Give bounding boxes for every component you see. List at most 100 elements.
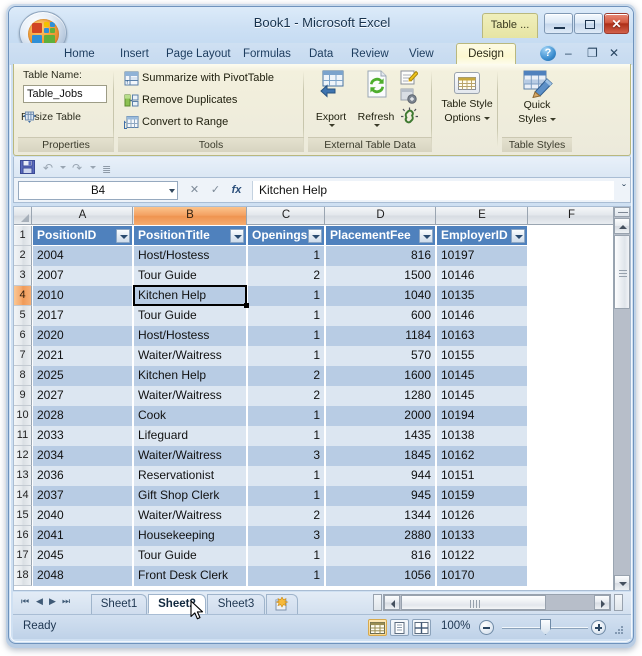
ribbon-restore-icon[interactable]: ❐ — [587, 46, 598, 60]
cell[interactable]: 10162 — [437, 446, 528, 466]
row-header-6[interactable]: 6 — [14, 326, 32, 346]
maximize-button[interactable] — [574, 13, 603, 34]
cell[interactable]: 1 — [248, 546, 325, 566]
cell[interactable]: 1845 — [326, 446, 436, 466]
cell[interactable]: 1 — [248, 306, 325, 326]
scroll-up-button[interactable] — [614, 218, 630, 234]
vertical-scrollbar[interactable] — [613, 207, 630, 590]
cell[interactable]: 1 — [248, 326, 325, 346]
name-box[interactable]: B4 — [18, 181, 178, 200]
cell[interactable]: 1435 — [326, 426, 436, 446]
cell[interactable]: Waiter/Waitress — [134, 346, 247, 366]
sheet-tab-sheet3[interactable]: Sheet3 — [207, 594, 265, 614]
cell[interactable]: 10146 — [437, 266, 528, 286]
last-sheet-icon[interactable]: ⏭ — [62, 596, 70, 607]
row-header-18[interactable]: 18 — [14, 566, 32, 586]
cell[interactable]: 1500 — [326, 266, 436, 286]
cell[interactable]: 10146 — [437, 306, 528, 326]
cell[interactable]: 1280 — [326, 386, 436, 406]
zoom-out-button[interactable] — [479, 620, 494, 635]
cell[interactable]: 2010 — [33, 286, 133, 306]
cell[interactable]: 10122 — [437, 546, 528, 566]
export-button[interactable]: Export — [310, 69, 352, 129]
cell[interactable]: 2045 — [33, 546, 133, 566]
formula-input[interactable]: Kitchen Help — [252, 181, 614, 200]
cell[interactable]: 1 — [248, 566, 325, 586]
column-header-a[interactable]: A — [33, 207, 133, 225]
row-header-2[interactable]: 2 — [14, 246, 32, 266]
row-header-13[interactable]: 13 — [14, 466, 32, 486]
cell[interactable]: 2004 — [33, 246, 133, 266]
filter-dropdown-button[interactable] — [116, 229, 130, 243]
save-icon[interactable] — [20, 160, 35, 174]
cell[interactable]: 10133 — [437, 526, 528, 546]
scroll-down-button[interactable] — [614, 575, 630, 590]
page-break-view-button[interactable] — [412, 619, 431, 636]
cell[interactable]: 816 — [326, 246, 436, 266]
cell[interactable]: 2034 — [33, 446, 133, 466]
filter-dropdown-button[interactable] — [230, 229, 244, 243]
cell[interactable]: 570 — [326, 346, 436, 366]
summarize-with-pivottable-button[interactable]: f Summarize with PivotTable — [122, 69, 300, 88]
sheet-tab-sheet1[interactable]: Sheet1 — [91, 594, 147, 614]
cell[interactable]: 10151 — [437, 466, 528, 486]
cell[interactable]: 10135 — [437, 286, 528, 306]
ribbon-tab-review[interactable]: Review — [344, 43, 396, 65]
cell[interactable]: 10170 — [437, 566, 528, 586]
cell[interactable]: 2040 — [33, 506, 133, 526]
cell[interactable]: Tour Guide — [134, 546, 247, 566]
cell[interactable]: 816 — [326, 546, 436, 566]
fill-handle[interactable] — [244, 303, 249, 308]
normal-view-button[interactable] — [368, 619, 387, 636]
cell[interactable]: 2 — [248, 366, 325, 386]
ribbon-tab-home[interactable]: Home — [57, 43, 102, 65]
cell[interactable]: 2021 — [33, 346, 133, 366]
row-header-4[interactable]: 4 — [14, 286, 32, 306]
cell[interactable]: Lifeguard — [134, 426, 247, 446]
open-in-browser-button[interactable] — [400, 88, 420, 106]
cancel-formula-icon[interactable]: ✕ — [184, 181, 205, 200]
ribbon-tab-design[interactable]: Design — [456, 43, 516, 65]
cell[interactable]: 10145 — [437, 386, 528, 406]
zoom-slider-thumb[interactable] — [540, 619, 551, 635]
previous-sheet-icon[interactable]: ◀ — [36, 596, 43, 607]
row-header-15[interactable]: 15 — [14, 506, 32, 526]
cell[interactable]: Tour Guide — [134, 306, 247, 326]
undo-icon[interactable]: ↶ — [43, 161, 53, 175]
quick-styles-button[interactable]: Quick Styles — [508, 69, 566, 131]
export-chevron-down-icon[interactable] — [329, 124, 335, 127]
column-header-c[interactable]: C — [248, 207, 325, 225]
row-header-3[interactable]: 3 — [14, 266, 32, 286]
cell[interactable]: 2028 — [33, 406, 133, 426]
first-sheet-icon[interactable]: ⏮ — [21, 596, 29, 607]
cell[interactable]: Housekeeping — [134, 526, 247, 546]
column-header-e[interactable]: E — [437, 207, 528, 225]
cell[interactable]: 1 — [248, 466, 325, 486]
cell[interactable]: 10163 — [437, 326, 528, 346]
cell[interactable]: Waiter/Waitress — [134, 446, 247, 466]
cell[interactable]: 10197 — [437, 246, 528, 266]
cell[interactable]: 2 — [248, 266, 325, 286]
row-header-7[interactable]: 7 — [14, 346, 32, 366]
cell[interactable]: Front Desk Clerk — [134, 566, 247, 586]
page-layout-view-button[interactable] — [390, 619, 409, 636]
cell[interactable]: 2027 — [33, 386, 133, 406]
row-header-5[interactable]: 5 — [14, 306, 32, 326]
resize-table-button[interactable]: Resize Table — [21, 108, 111, 126]
refresh-button[interactable]: Refresh — [354, 69, 398, 129]
insert-worksheet-button[interactable] — [266, 594, 298, 614]
scroll-left-button[interactable] — [384, 595, 400, 610]
column-header-b[interactable]: B — [134, 207, 247, 225]
cell[interactable]: 2048 — [33, 566, 133, 586]
cell[interactable]: 1056 — [326, 566, 436, 586]
cell[interactable]: 1 — [248, 346, 325, 366]
cell[interactable]: 600 — [326, 306, 436, 326]
cell[interactable]: Waiter/Waitress — [134, 506, 247, 526]
ribbon-minimize-icon[interactable]: – — [565, 46, 572, 60]
cell[interactable]: Waiter/Waitress — [134, 386, 247, 406]
external-data-properties-button[interactable] — [400, 69, 420, 87]
cell[interactable]: Cook — [134, 406, 247, 426]
cell[interactable]: Kitchen Help — [134, 366, 247, 386]
cell[interactable]: 2041 — [33, 526, 133, 546]
cell[interactable]: Reservationist — [134, 466, 247, 486]
